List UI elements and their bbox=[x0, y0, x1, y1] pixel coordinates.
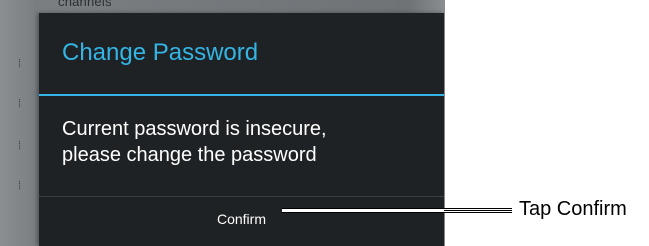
callout-pointer-line-extension bbox=[444, 210, 512, 211]
callout-label: Tap Confirm bbox=[519, 198, 627, 220]
background-text: channels bbox=[58, 0, 112, 9]
dialog-message-line: please change the password bbox=[62, 144, 317, 166]
background-list-glyph: ⁞ bbox=[18, 58, 22, 70]
confirm-button[interactable]: Confirm bbox=[39, 197, 444, 246]
dialog-title: Change Password bbox=[62, 39, 259, 66]
dialog-message: Current password is insecure, please cha… bbox=[62, 116, 432, 168]
background-list-glyph: ⁞ bbox=[18, 98, 22, 110]
dialog-message-line: Current password is insecure, bbox=[62, 118, 327, 140]
title-divider bbox=[39, 94, 444, 96]
confirm-button-label: Confirm bbox=[216, 210, 266, 227]
background-list-glyph: ⁞ bbox=[18, 140, 22, 152]
background-list-glyph: ⁞ bbox=[18, 180, 22, 192]
